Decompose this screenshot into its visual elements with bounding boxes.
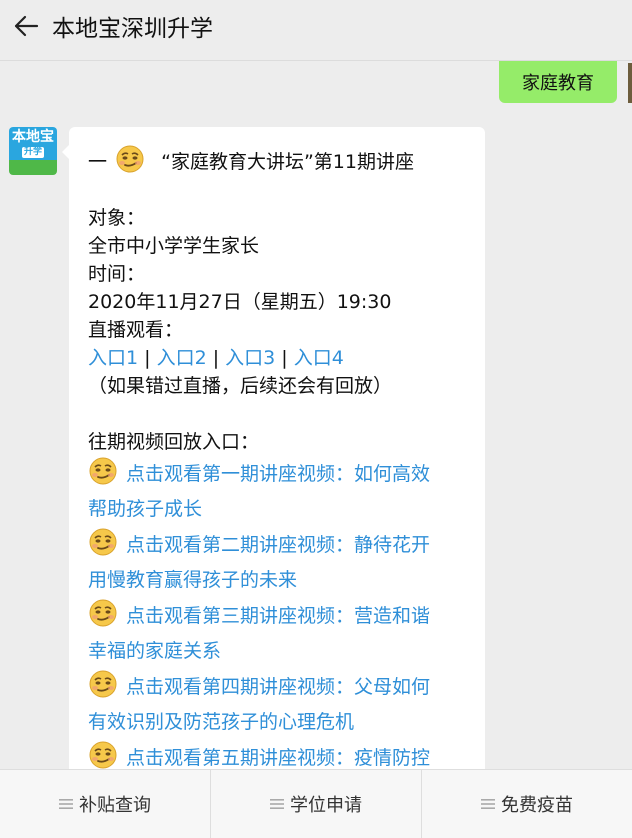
- separator: |: [138, 347, 157, 369]
- avatar-logo-subtext: 升学: [21, 146, 44, 158]
- top-bar: 本地宝深圳升学: [0, 0, 632, 52]
- heading-prefix: 一: [88, 151, 108, 173]
- menu-tab-label: 学位申请: [290, 795, 362, 816]
- chat-area[interactable]: 家庭教育 本地宝 升学 一 “家庭教育大讲坛”第11期讲座 对象： 全市中小学学…: [0, 61, 632, 769]
- menu-tab-label: 免费疫苗: [501, 795, 573, 816]
- live-label: 直播观看：: [88, 319, 184, 341]
- my-message-text: 家庭教育: [522, 73, 594, 94]
- menu-tab-vaccine[interactable]: 免费疫苗: [422, 770, 632, 838]
- my-avatar[interactable]: [628, 63, 632, 103]
- message-heading: 一 “家庭教育大讲坛”第11期讲座: [88, 144, 466, 176]
- menu-icon: [481, 799, 495, 809]
- video-link-subtitle[interactable]: 幸福的家庭关系: [88, 634, 466, 669]
- smirk-emoji-icon: [89, 457, 117, 485]
- video-link-title[interactable]: 点击观看第三期讲座视频：营造和谐: [126, 605, 430, 627]
- menu-tab-label: 补贴查询: [79, 795, 151, 816]
- video-link-title[interactable]: 点击观看第一期讲座视频：如何高效: [126, 463, 430, 485]
- live-entry-link-2[interactable]: 入口2: [157, 347, 207, 369]
- video-link-item[interactable]: 点击观看第五期讲座视频：疫情防控: [88, 740, 466, 769]
- video-link-subtitle[interactable]: 帮助孩子成长: [88, 492, 466, 527]
- back-arrow-icon: [14, 15, 39, 37]
- menu-icon: [270, 799, 284, 809]
- live-entries: 入口1 | 入口2 | 入口3 | 入口4: [88, 344, 466, 372]
- time-label: 时间：: [88, 263, 146, 285]
- live-entry-link-1[interactable]: 入口1: [88, 347, 138, 369]
- target-label: 对象：: [88, 207, 146, 229]
- time-value: 2020年11月27日（星期五）19:30: [88, 291, 392, 313]
- separator: |: [275, 347, 294, 369]
- smirk-emoji-icon: [89, 741, 117, 769]
- replay-note: （如果错过直播，后续还会有回放）: [88, 375, 393, 397]
- smirk-emoji-icon: [89, 599, 117, 627]
- video-link-item[interactable]: 点击观看第三期讲座视频：营造和谐幸福的家庭关系: [88, 598, 466, 669]
- menu-icon: [59, 799, 73, 809]
- heading-text: “家庭教育大讲坛”第11期讲座: [161, 151, 414, 173]
- video-link-title[interactable]: 点击观看第二期讲座视频：静待花开: [126, 534, 430, 556]
- past-videos-label: 往期视频回放入口：: [88, 431, 260, 453]
- video-link-item[interactable]: 点击观看第二期讲座视频：静待花开 用慢教育赢得孩子的未来: [88, 527, 466, 598]
- video-link-title[interactable]: 点击观看第四期讲座视频：父母如何: [126, 676, 430, 698]
- account-avatar[interactable]: 本地宝 升学: [9, 127, 57, 175]
- my-message-bubble[interactable]: 家庭教育: [499, 61, 617, 103]
- smirk-emoji-icon: [89, 670, 117, 698]
- video-link-item[interactable]: 点击观看第一期讲座视频：如何高效帮助孩子成长: [88, 456, 466, 527]
- video-list: 点击观看第一期讲座视频：如何高效 帮助孩子成长 点击观看第二期讲座视频：静待花开 用…: [88, 456, 466, 769]
- video-link-subtitle[interactable]: 有效识别及防范孩子的心理危机: [88, 705, 466, 740]
- back-button[interactable]: [0, 0, 52, 52]
- live-entry-link-4[interactable]: 入口4: [294, 347, 344, 369]
- video-link-title[interactable]: 点击观看第五期讲座视频：疫情防控: [126, 747, 430, 769]
- video-link-item[interactable]: 点击观看第四期讲座视频：父母如何有效识别及防范孩子的心理危机: [88, 669, 466, 740]
- menu-tab-school-place[interactable]: 学位申请: [211, 770, 422, 838]
- target-value: 全市中小学学生家长: [88, 235, 260, 257]
- video-link-subtitle[interactable]: 用慢教育赢得孩子的未来: [88, 563, 466, 598]
- separator: |: [206, 347, 226, 369]
- smirk-emoji-icon: [116, 145, 144, 173]
- bottom-menu: 补贴查询 学位申请 免费疫苗: [0, 769, 632, 838]
- smirk-emoji-icon: [89, 528, 117, 556]
- live-entry-link-3[interactable]: 入口3: [225, 347, 275, 369]
- page-title: 本地宝深圳升学: [52, 16, 213, 42]
- message-bubble: 一 “家庭教育大讲坛”第11期讲座 对象： 全市中小学学生家长 时间： 2020…: [62, 127, 485, 769]
- menu-tab-subsidy[interactable]: 补贴查询: [0, 770, 211, 838]
- avatar-logo-text: 本地宝: [12, 128, 54, 145]
